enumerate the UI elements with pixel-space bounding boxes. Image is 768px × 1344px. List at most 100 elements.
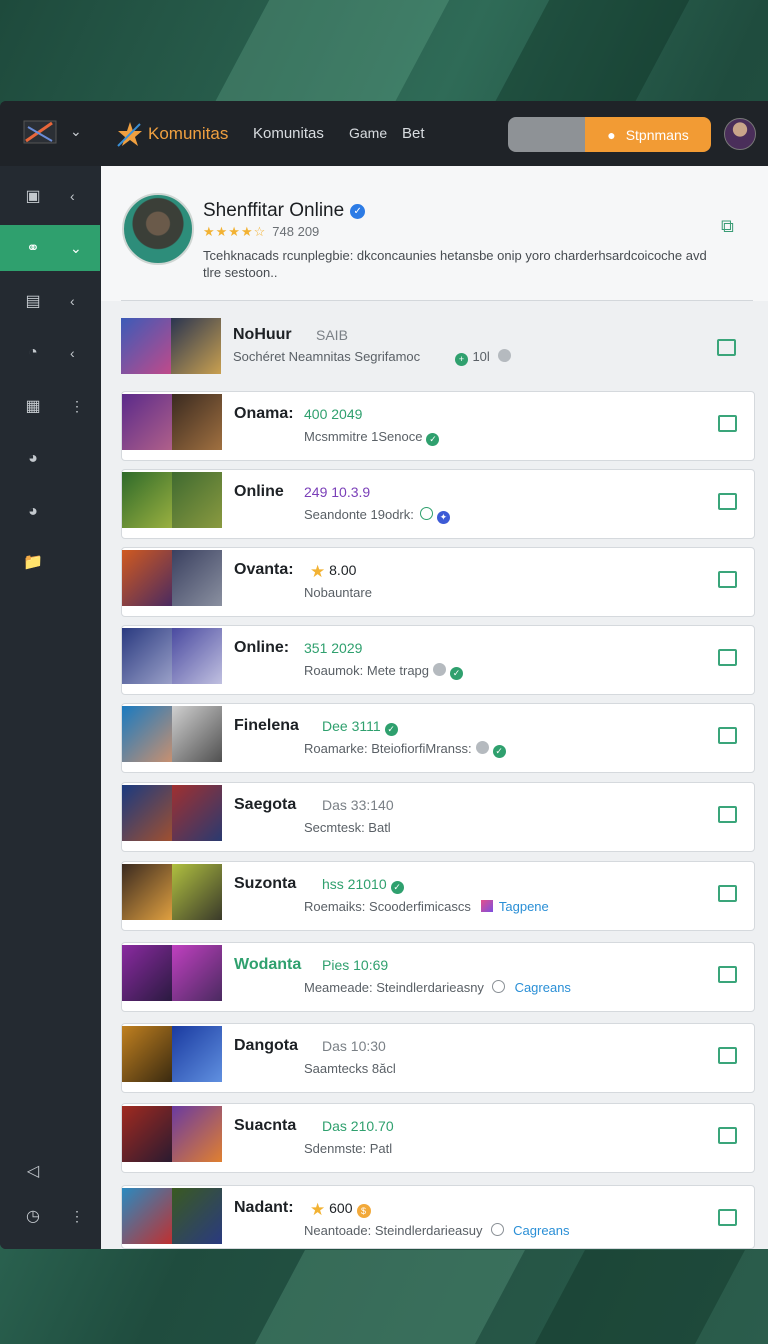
check-icon: ✓ <box>426 433 440 446</box>
game-thumbnail <box>122 628 222 684</box>
background-stripe <box>255 1250 525 1344</box>
avatar[interactable] <box>724 118 756 150</box>
game-thumbnail <box>122 864 222 920</box>
badge-icon: ✦ <box>436 511 450 524</box>
sidebar-item-headset[interactable]: ⚭ ⌄ <box>0 225 100 271</box>
game-thumbnail <box>122 394 222 450</box>
item-meta: Das 210.70 <box>322 1118 394 1134</box>
row-checkbox[interactable] <box>718 806 737 823</box>
item-tag[interactable]: Cagreans <box>515 980 571 995</box>
item-subtitle: Roaumok: Mete trapg <box>304 663 430 678</box>
verified-icon: ✓ <box>350 204 366 219</box>
item-subtitle: Meameade: Steindlerdarieasny <box>304 980 484 995</box>
app-logo[interactable] <box>22 117 58 149</box>
sidebar-item-feed[interactable]: ◕ <box>0 489 100 535</box>
list-item[interactable]: Suzonta hss 21010 ✓ Roemaiks: Scooderfimi… <box>121 861 755 931</box>
sidebar-item-panel[interactable]: ▤ ‹ <box>0 278 100 324</box>
check-icon: ✓ <box>450 667 464 680</box>
search-input[interactable] <box>508 117 588 152</box>
game-thumbnail <box>122 706 222 762</box>
list-item[interactable]: NoHuur SAIB Sochéret Neamnitas Segrifamo… <box>121 316 753 384</box>
row-checkbox[interactable] <box>718 415 737 432</box>
panel-icon: ▤ <box>25 293 41 310</box>
sidebar-item-folder[interactable]: 📁 <box>0 539 100 585</box>
brand-label: Komunitas <box>148 124 229 143</box>
check-icon: ✓ <box>390 881 404 894</box>
profile-avatar[interactable] <box>122 193 194 265</box>
list-item[interactable]: Finelena Dee 3111 ✓ Roamarke: Bteiofiorfi… <box>121 703 755 773</box>
row-checkbox[interactable] <box>718 571 737 588</box>
status-icon <box>498 349 512 362</box>
list-item[interactable]: Online 249 10.3.9 Seandonte 19odrk: ✦ <box>121 469 755 539</box>
row-checkbox[interactable] <box>718 727 737 744</box>
main-content: Shenffitar Online ✓ ★★★★☆ 748 209 Tcehknac… <box>101 166 768 1249</box>
list-item[interactable]: Ovanta: ★ 8.00 Nobauntare <box>121 547 755 617</box>
list-item[interactable]: Online: 351 2029 Roaumok: Mete trapg ✓ <box>121 625 755 695</box>
cta-label: Stpnmans <box>625 126 689 143</box>
status-icon <box>433 663 447 676</box>
clock-icon <box>491 980 505 993</box>
clock-icon <box>490 1223 504 1236</box>
row-checkbox[interactable] <box>718 649 737 666</box>
row-checkbox[interactable] <box>717 339 736 356</box>
row-checkbox[interactable] <box>718 1127 737 1144</box>
game-thumbnail <box>122 1106 222 1162</box>
sidebar-item-history[interactable]: ◷ ⋮ <box>0 1193 100 1239</box>
item-subtitle: Roamarke: BteiofiorfiMranss: <box>304 741 472 756</box>
clock-icon: ◷ <box>26 1208 40 1225</box>
clock-icon <box>419 507 433 520</box>
chevron-down-icon[interactable]: ⌄ <box>70 123 82 140</box>
sidebar-item-dashboard[interactable]: ▣ ‹ <box>0 173 100 219</box>
list-item[interactable]: Onama: 400 2049 Mcsmmitre 1Senoce ✓ <box>121 391 755 461</box>
background-stripe <box>490 0 690 110</box>
pie-chart-icon: ◔ <box>28 344 38 361</box>
nav-game[interactable]: Game <box>349 125 387 141</box>
item-subtitle: Neantoade: Steindlerdarieasuy <box>304 1223 483 1238</box>
item-tag[interactable]: Cagreans <box>513 1223 569 1238</box>
game-thumbnail <box>122 785 222 841</box>
row-checkbox[interactable] <box>718 885 737 902</box>
row-checkbox[interactable] <box>718 1047 737 1064</box>
sidebar-item-globe[interactable]: ◕ <box>0 436 100 482</box>
item-extra: 10l <box>472 349 490 364</box>
sidebar-item-back[interactable]: ◁ <box>0 1148 100 1194</box>
list-item[interactable]: Wodanta Pies 10:69 Meameade: Steindlerda… <box>121 942 755 1012</box>
row-checkbox[interactable] <box>718 1209 737 1226</box>
game-thumbnail <box>122 1188 222 1244</box>
list-item[interactable]: Suacnta Das 210.70 Sdenmste: Patl <box>121 1103 755 1173</box>
item-tag[interactable]: Tagpene <box>499 899 549 914</box>
star-logo-icon <box>117 122 142 147</box>
rating-count: 748 209 <box>272 224 320 239</box>
item-subtitle: Sochéret Neamnitas Segrifamoc <box>233 349 421 364</box>
nav-bet[interactable]: Bet <box>402 125 425 142</box>
status-icon <box>475 741 489 754</box>
item-meta: 600 <box>329 1200 353 1216</box>
item-subtitle: Secmtesk: Batl <box>304 820 391 835</box>
sidebar-item-chart[interactable]: ◔ ‹ <box>0 330 100 376</box>
item-meta: Pies 10:69 <box>322 957 389 973</box>
list-item[interactable]: Nadant: ★ 600 $ Neantoade: Steindlerdarie… <box>121 1185 755 1249</box>
item-subtitle: Roemaiks: Scooderfimicascs <box>304 899 471 914</box>
background-stripe <box>535 1250 745 1344</box>
list-item[interactable]: Saegota Das 33:140 Secmtesk: Batl <box>121 782 755 852</box>
more-icon: ⋮ <box>70 397 84 414</box>
list-item[interactable]: Dangota Das 10:30 Saamtecks 8ăcl <box>121 1023 755 1093</box>
cta-button[interactable]: ● Stpnmans <box>585 117 711 152</box>
check-icon: ✓ <box>384 723 398 736</box>
item-title: Suzonta <box>234 875 297 892</box>
profile-card: Shenffitar Online ✓ ★★★★☆ 748 209 Tcehknac… <box>101 166 768 301</box>
item-meta: 8.00 <box>329 562 357 578</box>
item-subtitle: Sdenmste: Patl <box>304 1141 393 1156</box>
nav-komunitas[interactable]: Komunitas <box>253 125 324 142</box>
star-icon: ★ <box>310 1200 326 1219</box>
row-checkbox[interactable] <box>718 493 737 510</box>
profile-name: Shenffitar Online <box>203 200 345 221</box>
sidebar-item-groups[interactable]: ▦ ⋮ <box>0 383 100 429</box>
item-title: Dangota <box>234 1037 298 1054</box>
row-checkbox[interactable] <box>718 966 737 983</box>
brand[interactable]: Komunitas <box>116 119 228 149</box>
share-icon[interactable]: ⧉ <box>721 216 734 237</box>
sidebar: ▣ ‹ ⚭ ⌄ ▤ ‹ ◔ ‹ ▦ ⋮ ◕ ◕ 📁 ◁ ◷ ⋮ <box>0 166 100 1249</box>
item-meta: hss 21010 <box>322 876 387 892</box>
item-meta: 400 2049 <box>304 406 363 422</box>
